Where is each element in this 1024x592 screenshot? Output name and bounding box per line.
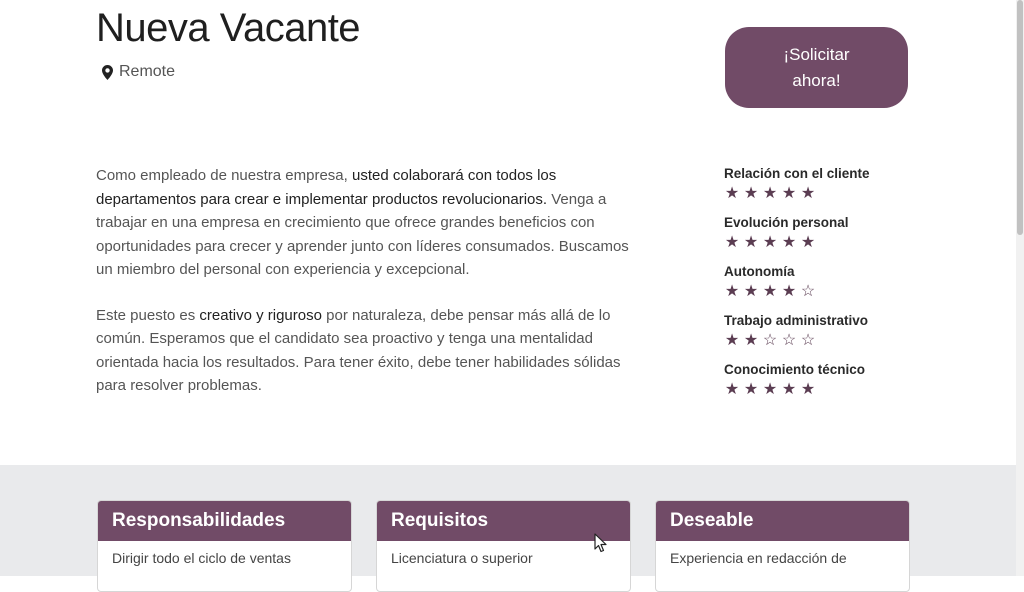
- job-header-section: Nueva Vacante Remote ¡Solicitar ahora! C…: [0, 0, 1024, 465]
- card-list-item: Licenciatura o superior: [391, 550, 533, 566]
- card-title: Responsabilidades: [98, 501, 351, 541]
- star-filled-icon: ★: [743, 381, 759, 398]
- star-filled-icon: ★: [724, 234, 740, 251]
- rating-stars: ★ ★ ★ ★ ☆: [724, 283, 924, 301]
- rating-item: Relación con el cliente ★ ★ ★ ★ ★: [724, 165, 924, 214]
- star-empty-icon: ☆: [762, 332, 778, 349]
- star-filled-icon: ★: [781, 283, 797, 300]
- rating-item: Trabajo administrativo ★ ★ ☆ ☆ ☆: [724, 312, 924, 361]
- card-list-item: Dirigir todo el ciclo de ventas: [112, 550, 291, 566]
- rating-label: Conocimiento técnico: [724, 362, 866, 377]
- star-empty-icon: ☆: [800, 283, 816, 300]
- page-scrollbar[interactable]: [1016, 0, 1024, 576]
- star-filled-icon: ★: [800, 185, 816, 202]
- rating-item: Conocimiento técnico ★ ★ ★ ★ ★: [724, 361, 924, 410]
- rating-stars: ★ ★ ★ ★ ★: [724, 381, 924, 399]
- rating-item: Autonomía ★ ★ ★ ★ ☆: [724, 263, 924, 312]
- star-filled-icon: ★: [762, 185, 778, 202]
- description-paragraph-1: Como empleado de nuestra empresa, usted …: [96, 164, 636, 282]
- star-filled-icon: ★: [781, 185, 797, 202]
- star-filled-icon: ★: [743, 185, 759, 202]
- job-details-band: Responsabilidades Dirigir todo el ciclo …: [0, 465, 1016, 592]
- rating-label: Autonomía: [724, 264, 795, 279]
- star-filled-icon: ★: [762, 381, 778, 398]
- rating-label: Evolución personal: [724, 215, 849, 230]
- description-paragraph-2: Este puesto es creativo y riguroso por n…: [96, 304, 636, 398]
- card-deseable: Deseable Experiencia en redacción de: [655, 500, 910, 592]
- rating-stars: ★ ★ ☆ ☆ ☆: [724, 332, 924, 350]
- star-filled-icon: ★: [800, 381, 816, 398]
- description-emphasis: creativo y riguroso: [199, 306, 322, 324]
- star-filled-icon: ★: [724, 332, 740, 349]
- card-title: Deseable: [656, 501, 909, 541]
- job-location: Remote: [102, 63, 175, 81]
- rating-item: Evolución personal ★ ★ ★ ★ ★: [724, 214, 924, 263]
- job-title: Nueva Vacante: [96, 6, 361, 50]
- star-filled-icon: ★: [762, 234, 778, 251]
- star-filled-icon: ★: [800, 234, 816, 251]
- star-filled-icon: ★: [762, 283, 778, 300]
- rating-label: Relación con el cliente: [724, 166, 870, 181]
- map-pin-icon: [102, 64, 113, 80]
- description-text: Este puesto es: [96, 306, 200, 324]
- star-filled-icon: ★: [724, 185, 740, 202]
- star-empty-icon: ☆: [781, 332, 797, 349]
- star-filled-icon: ★: [743, 283, 759, 300]
- star-filled-icon: ★: [781, 234, 797, 251]
- apply-button[interactable]: ¡Solicitar ahora!: [725, 27, 908, 108]
- scrollbar-thumb[interactable]: [1017, 0, 1023, 235]
- star-filled-icon: ★: [743, 234, 759, 251]
- card-responsabilidades: Responsabilidades Dirigir todo el ciclo …: [97, 500, 352, 592]
- job-description: Como empleado de nuestra empresa, usted …: [96, 164, 636, 420]
- card-title: Requisitos: [377, 501, 630, 541]
- star-filled-icon: ★: [781, 381, 797, 398]
- rating-label: Trabajo administrativo: [724, 313, 869, 328]
- skill-ratings: Relación con el cliente ★ ★ ★ ★ ★ Evolución …: [724, 165, 924, 410]
- rating-stars: ★ ★ ★ ★ ★: [724, 185, 924, 203]
- description-text: Como empleado de nuestra empresa,: [96, 167, 352, 184]
- mouse-cursor-icon: [594, 533, 607, 553]
- star-empty-icon: ☆: [800, 332, 816, 349]
- card-requisitos: Requisitos Licenciatura o superior: [376, 500, 631, 592]
- card-list-item: Experiencia en redacción de: [670, 550, 847, 566]
- rating-stars: ★ ★ ★ ★ ★: [724, 234, 924, 252]
- star-filled-icon: ★: [743, 332, 759, 349]
- location-text: Remote: [119, 63, 176, 80]
- star-filled-icon: ★: [724, 283, 740, 300]
- star-filled-icon: ★: [724, 381, 740, 398]
